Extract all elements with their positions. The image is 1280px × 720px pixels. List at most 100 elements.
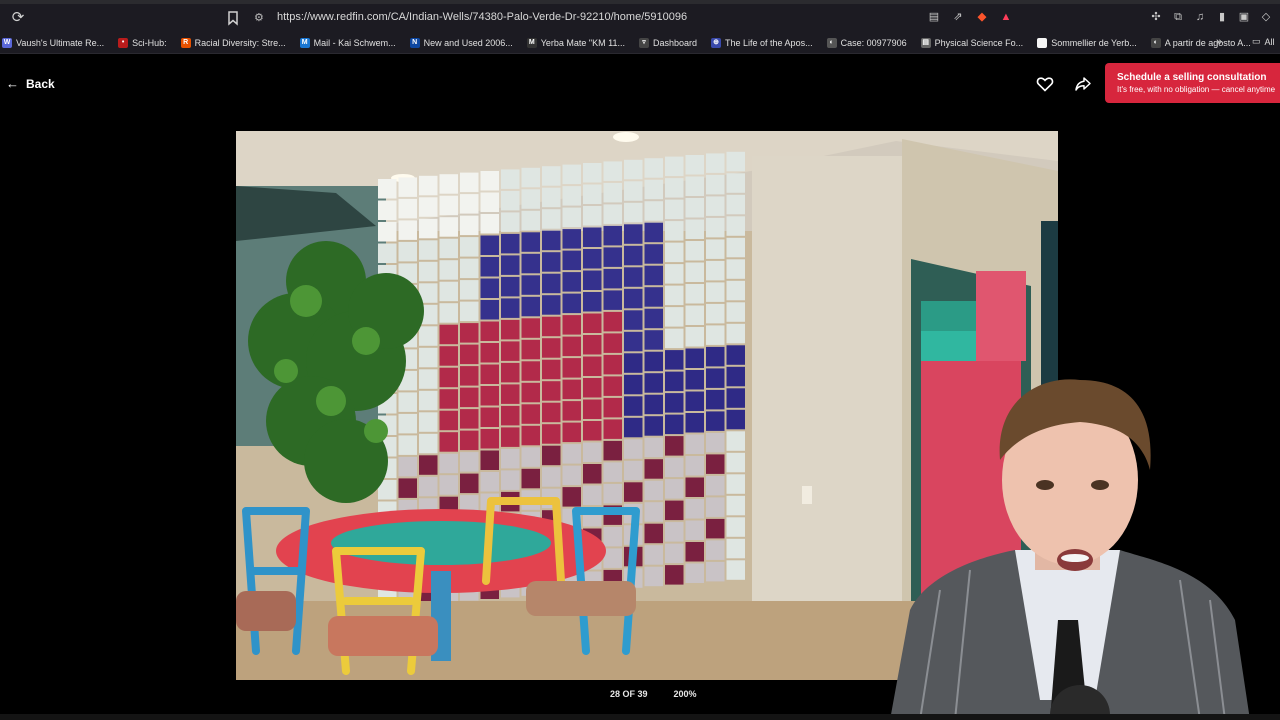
glass-block	[726, 216, 745, 236]
glass-block	[460, 237, 479, 257]
glass-block	[685, 305, 704, 325]
url-field[interactable]: https://www.redfin.com/CA/Indian-Wells/7…	[277, 11, 687, 23]
glass-block	[398, 478, 417, 498]
glass-block	[419, 218, 438, 239]
glass-block	[562, 444, 581, 464]
glass-block	[706, 260, 725, 281]
bookmark-label: A partir de agosto A...	[1164, 37, 1251, 48]
bookmark-label: Vaush's Ultimate Re...	[16, 37, 105, 48]
glass-block	[562, 293, 581, 314]
glass-block	[460, 344, 479, 365]
bookmark-item[interactable]: ▿ Dashboard	[638, 37, 697, 48]
heart-icon[interactable]	[1036, 75, 1054, 93]
bookmark-item[interactable]: Sommellier de Yerb...	[1037, 37, 1137, 48]
glass-block	[542, 166, 561, 186]
glass-block	[439, 303, 458, 323]
glass-block	[562, 336, 581, 357]
bookmark-item[interactable]: R Racial Diversity: Stre...	[180, 37, 286, 48]
glass-block	[726, 495, 745, 516]
glass-block	[419, 412, 438, 432]
glass-block	[480, 343, 499, 363]
back-button[interactable]: ← Back	[6, 76, 55, 91]
site-settings-icon[interactable]: ⚙	[254, 11, 268, 25]
glass-block	[562, 164, 581, 185]
glass-block	[521, 232, 540, 252]
glass-block	[480, 321, 499, 341]
glass-block	[521, 382, 540, 403]
glass-block	[501, 233, 520, 254]
sidebar-icon[interactable]: ▮	[1214, 9, 1230, 25]
bookmark-item[interactable]: M Mail - Kai Schwem...	[299, 37, 396, 48]
bookmark-item[interactable]: W Vaush's Ultimate Re...	[2, 37, 105, 48]
glass-block	[583, 485, 602, 505]
glass-block	[378, 200, 397, 220]
glass-block	[460, 409, 479, 429]
glass-block	[583, 313, 602, 333]
glass-block	[644, 459, 663, 479]
brave-rewards-icon[interactable]: ▲	[998, 9, 1014, 25]
bookmark-icon[interactable]	[226, 10, 240, 26]
bottom-edge	[0, 714, 1280, 720]
extensions-icon[interactable]: ✣	[1148, 9, 1164, 25]
glass-block	[501, 190, 520, 211]
share-page-icon[interactable]: ⇗	[950, 9, 966, 25]
glass-block	[644, 502, 663, 522]
bookmark-label: Yerba Mate "KM 11...	[540, 37, 625, 48]
glass-block	[665, 479, 684, 499]
bookmark-item[interactable]: ◐ Case: 00977906	[826, 37, 907, 48]
toolbar-icons: ✣ ⧉ ♫ ▮ ▣ ◇	[1148, 9, 1274, 25]
reader-mode-icon[interactable]: ▤	[926, 9, 942, 25]
wallet-icon[interactable]: ▣	[1236, 9, 1252, 25]
glass-block	[562, 272, 581, 292]
glass-block	[644, 244, 663, 264]
glass-block	[706, 217, 725, 238]
selling-consultation-button[interactable]: Schedule a selling consultation It's fre…	[1105, 63, 1280, 103]
glass-block	[398, 220, 417, 240]
glass-block	[398, 198, 417, 219]
glass-block	[685, 198, 704, 218]
bookmark-item[interactable]: ◐ A partir de agosto A...	[1150, 37, 1251, 48]
glass-block	[706, 196, 725, 216]
glass-block	[624, 374, 643, 395]
glass-block	[542, 338, 561, 358]
glass-block	[644, 222, 663, 243]
bookmark-item[interactable]: ⊕ The Life of the Apos...	[711, 37, 813, 48]
glass-block	[480, 472, 499, 492]
glass-block	[460, 194, 479, 214]
glass-block	[706, 389, 725, 410]
glass-block	[583, 270, 602, 290]
glass-block	[644, 545, 663, 565]
bookmark-item[interactable]: M Yerba Mate "KM 11...	[526, 37, 625, 48]
brave-shields-icon[interactable]: ◆	[974, 9, 990, 25]
bookmark-favicon-icon: ▤	[920, 37, 931, 48]
glass-block	[480, 278, 499, 298]
glass-block	[603, 311, 622, 332]
cta-title: Schedule a selling consultation	[1117, 72, 1267, 83]
photo-counter: 28 OF 39	[610, 689, 648, 699]
reload-icon[interactable]: ⟳	[10, 10, 26, 26]
bookmark-item[interactable]: N New and Used 2006...	[409, 37, 513, 48]
bookmark-favicon-icon: ⊕	[711, 37, 722, 48]
bookmark-favicon-icon	[1037, 37, 1048, 48]
share-icon[interactable]	[1074, 75, 1092, 93]
glass-block	[439, 238, 458, 259]
glass-block	[624, 159, 643, 180]
glass-block	[706, 454, 725, 474]
all-bookmarks-button[interactable]: ▭ All	[1252, 36, 1275, 47]
glass-block	[685, 542, 704, 562]
glass-block	[542, 402, 561, 423]
glass-block	[501, 427, 520, 447]
music-icon[interactable]: ♫	[1192, 9, 1208, 25]
glass-block	[583, 442, 602, 462]
bookmark-item[interactable]: • Sci-Hub:	[118, 37, 167, 48]
more-bookmarks-icon[interactable]: »	[1216, 36, 1222, 48]
glass-block	[603, 268, 622, 289]
glass-block	[706, 411, 725, 431]
glass-block	[583, 356, 602, 376]
bookmark-item[interactable]: ▤ Physical Science Fo...	[920, 37, 1023, 48]
screenshot-icon[interactable]: ⧉	[1170, 9, 1186, 25]
glass-block	[706, 174, 725, 195]
glass-block	[583, 421, 602, 441]
glass-block	[603, 204, 622, 224]
vpn-icon[interactable]: ◇	[1258, 9, 1274, 25]
